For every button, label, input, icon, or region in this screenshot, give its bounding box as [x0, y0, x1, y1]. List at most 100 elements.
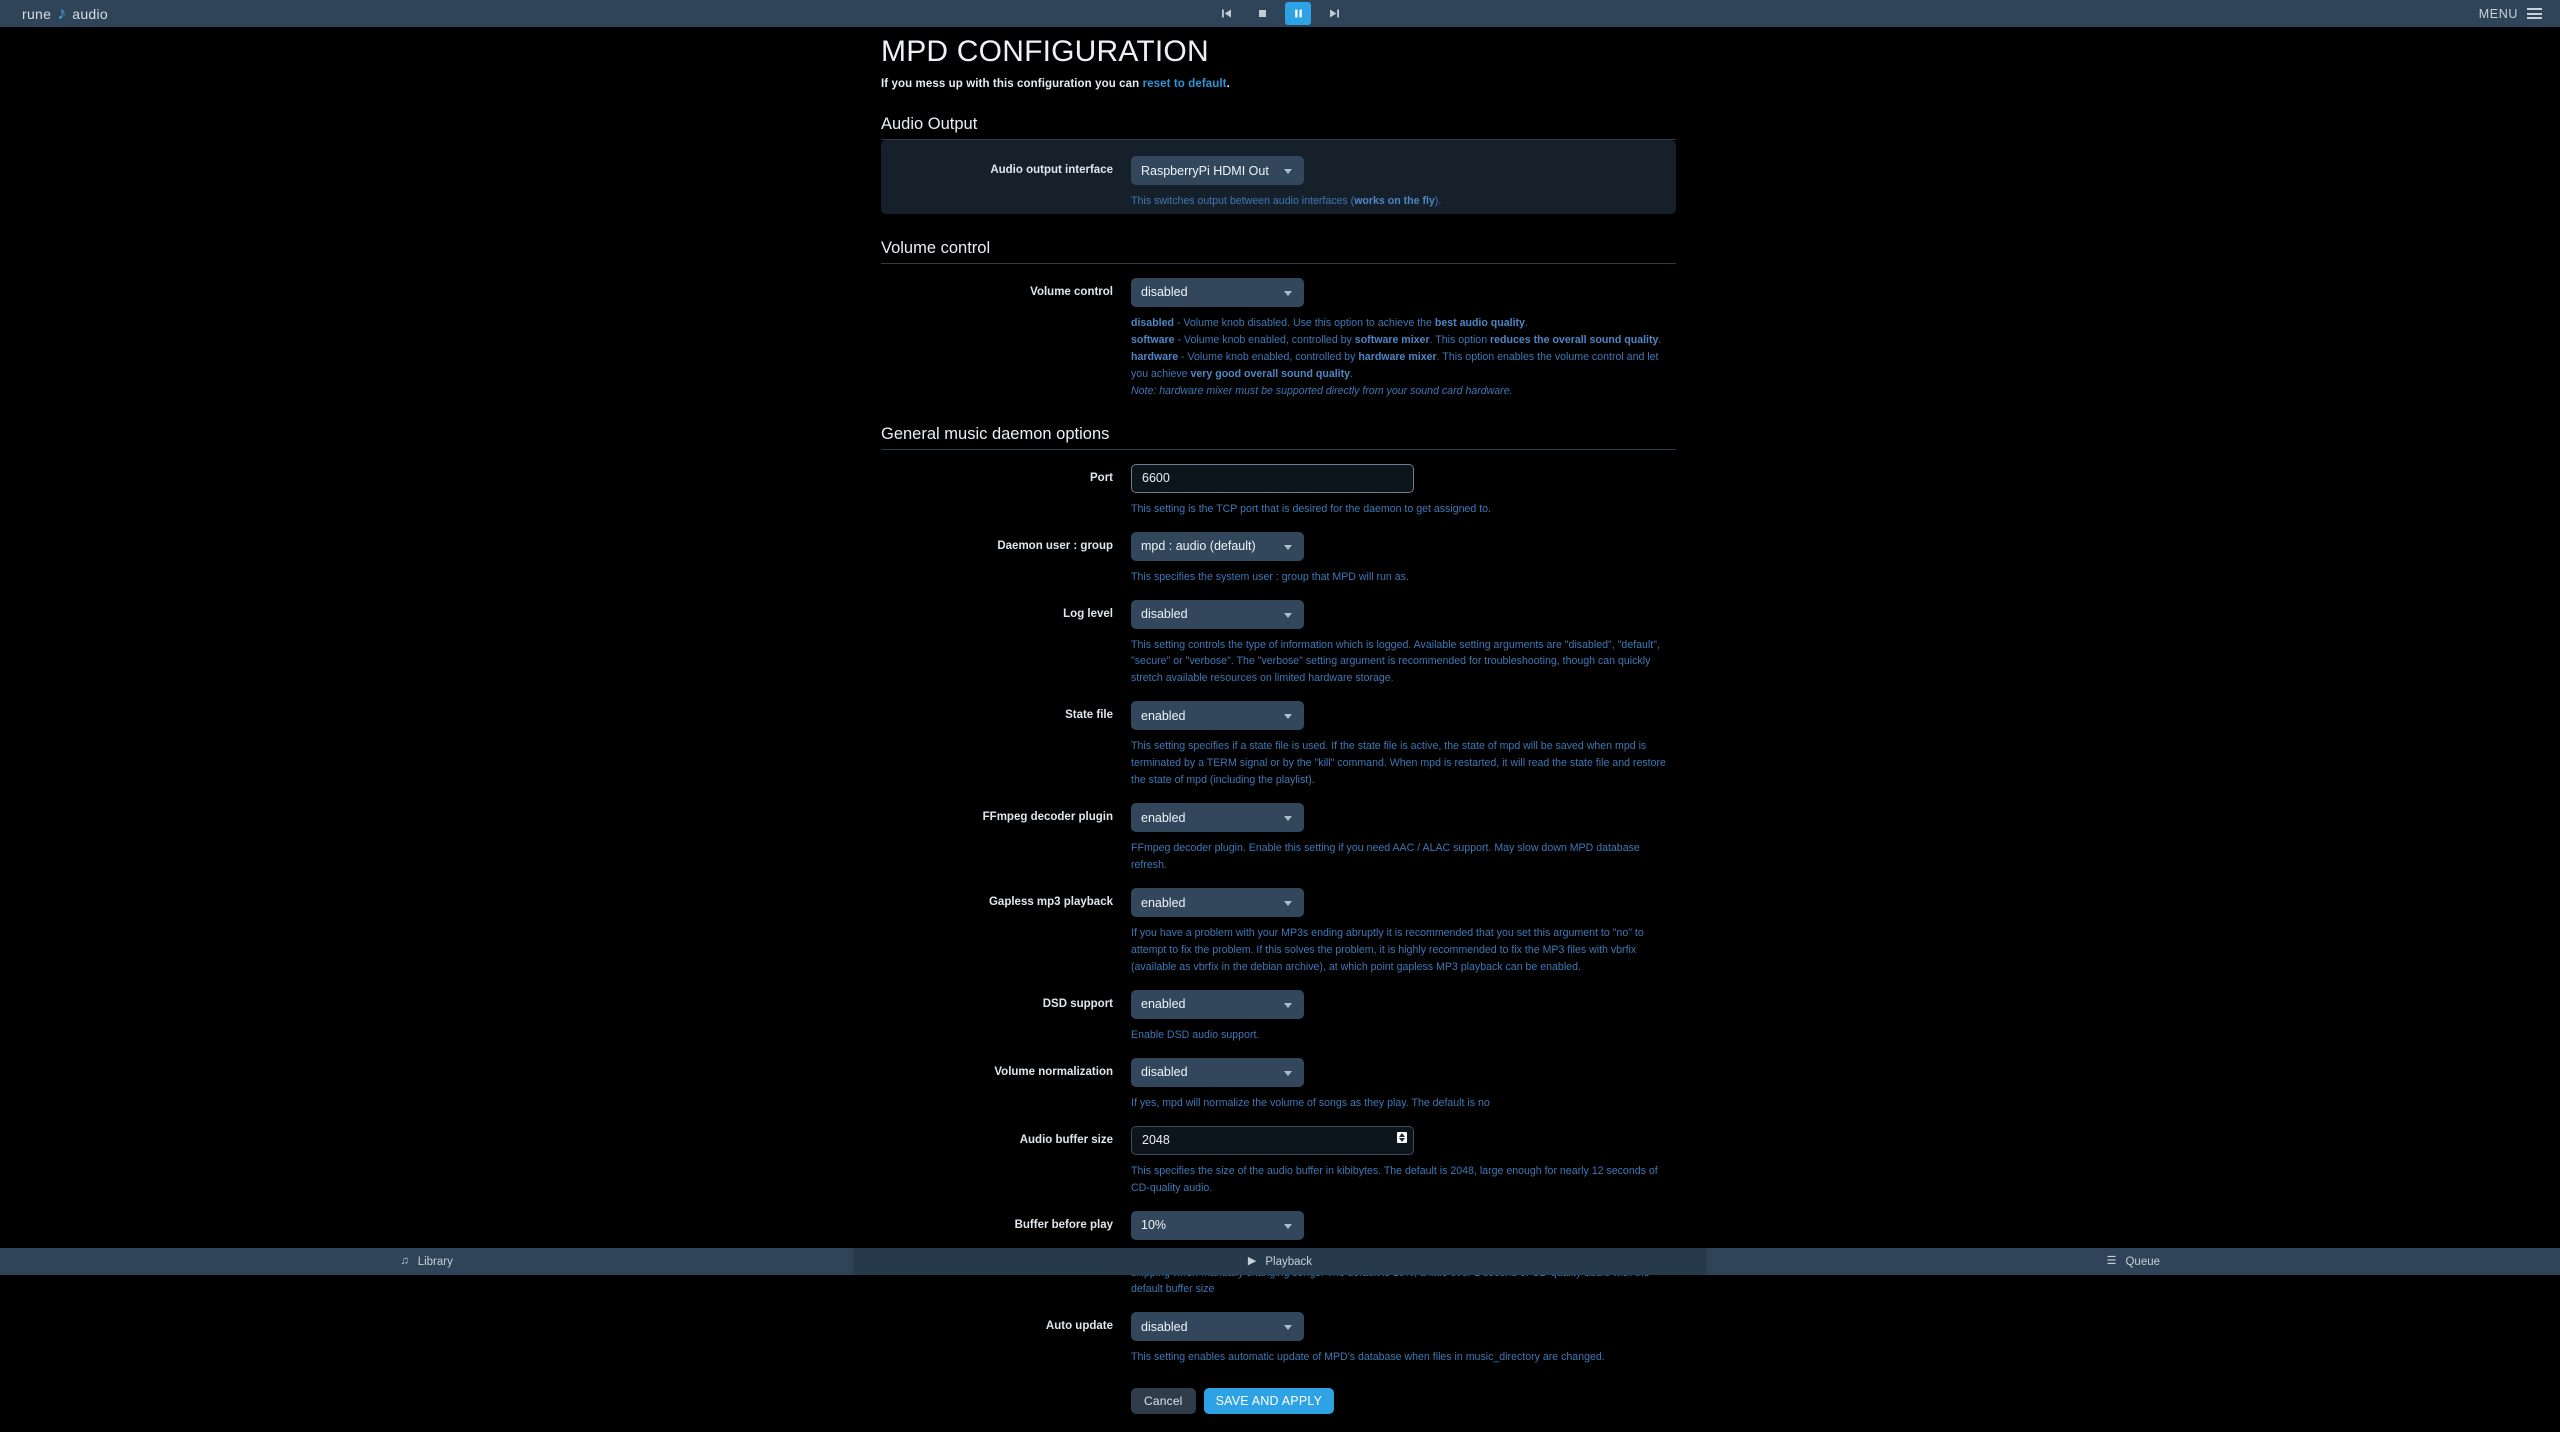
- nav-playback[interactable]: ▶ Playback: [853, 1248, 1706, 1275]
- next-button[interactable]: [1321, 2, 1347, 25]
- ffmpeg-decoder-plugin-select[interactable]: enableddisabled: [1131, 803, 1304, 832]
- field-row-state-file: State fileenableddisabled: [881, 701, 1676, 730]
- buffer-before-play-select[interactable]: 0%10%20%25%50%75%100%: [1131, 1211, 1304, 1240]
- field-row-dsd-support: DSD supportenableddisabled: [881, 990, 1676, 1019]
- help-volume-control: disabled - Volume knob disabled. Use thi…: [1131, 315, 1676, 400]
- field-row-volume-control: Volume control disabledsoftwarehardware: [881, 278, 1676, 307]
- nav-queue-label: Queue: [2125, 1256, 2160, 1268]
- top-bar: rune ♪ audio ME: [0, 0, 2560, 27]
- volume-normalization-select-wrap: disabledenabled: [1131, 1058, 1304, 1087]
- menu-button[interactable]: MENU: [2479, 0, 2542, 27]
- subtitle-prefix: If you mess up with this configuration y…: [881, 78, 1143, 90]
- audio-buffer-size-input-wrap: [1131, 1126, 1414, 1155]
- field-row-port: Port: [881, 464, 1676, 493]
- transport-controls: [1213, 0, 1347, 27]
- page-body: MPD CONFIGURATION If you mess up with th…: [0, 27, 2560, 1248]
- help-gapless-mp3-playback: If you have a problem with your MP3s end…: [1131, 925, 1676, 976]
- pause-button[interactable]: [1285, 2, 1311, 25]
- volume-normalization-select[interactable]: disabledenabled: [1131, 1058, 1304, 1087]
- daemon-user-group-select[interactable]: mpd : audio (default)root : root: [1131, 532, 1304, 561]
- ffmpeg-decoder-plugin-select-wrap: enableddisabled: [1131, 803, 1304, 832]
- music-note-icon: ♫: [400, 1256, 408, 1267]
- log-level-select-wrap: disableddefaultsecureverbose: [1131, 600, 1304, 629]
- help-text-suffix: ).: [1435, 195, 1441, 207]
- label-audio-output-interface: Audio output interface: [881, 156, 1131, 178]
- dsd-support-select-wrap: enableddisabled: [1131, 990, 1304, 1019]
- state-file-select-wrap: enableddisabled: [1131, 701, 1304, 730]
- section-heading-general: General music daemon options: [881, 425, 1676, 450]
- label-dsd-support: DSD support: [881, 990, 1131, 1012]
- help-text-bold: works on the fly: [1354, 195, 1435, 207]
- field-row-ffmpeg-decoder-plugin: FFmpeg decoder pluginenableddisabled: [881, 803, 1676, 832]
- page-title: MPD CONFIGURATION: [881, 35, 1676, 68]
- auto-update-select[interactable]: disabledenabled: [1131, 1312, 1304, 1341]
- help-port: This setting is the TCP port that is des…: [1131, 501, 1676, 518]
- previous-button[interactable]: [1213, 2, 1239, 25]
- brand-second-word: audio: [72, 6, 108, 22]
- section-heading-audio-output: Audio Output: [881, 115, 1676, 140]
- port-input[interactable]: [1131, 464, 1414, 493]
- cancel-button[interactable]: Cancel: [1131, 1388, 1196, 1414]
- nav-library[interactable]: ♫ Library: [0, 1248, 853, 1275]
- section-heading-volume-control: Volume control: [881, 239, 1676, 264]
- label-log-level: Log level: [881, 600, 1131, 622]
- stop-icon: [1257, 8, 1268, 19]
- nav-queue[interactable]: ☰ Queue: [1707, 1248, 2560, 1275]
- label-audio-buffer-size: Audio buffer size: [881, 1126, 1131, 1148]
- audio-buffer-size-input[interactable]: [1131, 1126, 1414, 1155]
- page-subtitle: If you mess up with this configuration y…: [881, 78, 1676, 90]
- field-row-buffer-before-play: Buffer before play0%10%20%25%50%75%100%: [881, 1211, 1676, 1240]
- pause-icon: [1293, 8, 1304, 19]
- help-dsd-support: Enable DSD audio support.: [1131, 1027, 1676, 1044]
- play-icon: ▶: [1248, 1256, 1256, 1267]
- volume-control-select[interactable]: disabledsoftwarehardware: [1131, 278, 1304, 307]
- label-volume-control: Volume control: [881, 278, 1131, 300]
- list-icon: ☰: [2107, 1256, 2117, 1267]
- brand-first-word: rune: [22, 6, 51, 22]
- save-and-apply-button[interactable]: SAVE AND APPLY: [1204, 1388, 1335, 1414]
- hamburger-icon: [2527, 8, 2542, 19]
- state-file-select[interactable]: enableddisabled: [1131, 701, 1304, 730]
- field-row-volume-normalization: Volume normalizationdisabledenabled: [881, 1058, 1676, 1087]
- label-daemon-user-group: Daemon user : group: [881, 532, 1131, 554]
- stop-button[interactable]: [1249, 2, 1275, 25]
- rune-logo-icon: ♪: [57, 4, 66, 22]
- form-actions: Cancel SAVE AND APPLY: [1131, 1388, 1676, 1432]
- help-note: Note: hardware mixer must be supported d…: [1131, 383, 1676, 400]
- help-log-level: This setting controls the type of inform…: [1131, 637, 1676, 688]
- buffer-before-play-select-wrap: 0%10%20%25%50%75%100%: [1131, 1211, 1304, 1240]
- audio-buffer-size-stepper[interactable]: [1397, 1132, 1407, 1143]
- help-audio-buffer-size: This specifies the size of the audio buf…: [1131, 1163, 1676, 1197]
- field-row-daemon-user-group: Daemon user : groupmpd : audio (default)…: [881, 532, 1676, 561]
- help-auto-update: This setting enables automatic update of…: [1131, 1349, 1676, 1366]
- help-line: disabled - Volume knob disabled. Use thi…: [1131, 315, 1676, 332]
- nav-playback-label: Playback: [1265, 1256, 1312, 1268]
- help-audio-output-interface: This switches output between audio inter…: [1131, 193, 1676, 210]
- brand-logo[interactable]: rune ♪ audio: [22, 0, 108, 27]
- help-state-file: This setting specifies if a state file i…: [1131, 738, 1676, 789]
- reset-to-default-link[interactable]: reset to default: [1143, 78, 1227, 90]
- field-row-audio-output-interface: Audio output interface RaspberryPi HDMI …: [881, 156, 1676, 185]
- audio-output-panel: Audio output interface RaspberryPi HDMI …: [881, 140, 1676, 214]
- port-input-wrap: [1131, 464, 1414, 493]
- auto-update-select-wrap: disabledenabled: [1131, 1312, 1304, 1341]
- next-icon: [1329, 8, 1340, 19]
- audio-output-interface-select-wrap: RaspberryPi HDMI OutRaspberryPi Analog O…: [1131, 156, 1304, 185]
- label-port: Port: [881, 464, 1131, 486]
- general-fields-list: PortThis setting is the TCP port that is…: [881, 464, 1676, 1367]
- nav-library-label: Library: [418, 1256, 453, 1268]
- label-buffer-before-play: Buffer before play: [881, 1211, 1131, 1233]
- help-volume-normalization: If yes, mpd will normalize the volume of…: [1131, 1095, 1676, 1112]
- log-level-select[interactable]: disableddefaultsecureverbose: [1131, 600, 1304, 629]
- subtitle-suffix: .: [1227, 78, 1230, 90]
- field-row-auto-update: Auto updatedisabledenabled: [881, 1312, 1676, 1341]
- audio-output-interface-select[interactable]: RaspberryPi HDMI OutRaspberryPi Analog O…: [1131, 156, 1304, 185]
- label-gapless-mp3-playback: Gapless mp3 playback: [881, 888, 1131, 910]
- menu-label: MENU: [2479, 7, 2518, 21]
- field-row-log-level: Log leveldisableddefaultsecureverbose: [881, 600, 1676, 629]
- label-volume-normalization: Volume normalization: [881, 1058, 1131, 1080]
- label-auto-update: Auto update: [881, 1312, 1131, 1334]
- gapless-mp3-playback-select[interactable]: enableddisabled: [1131, 888, 1304, 917]
- dsd-support-select[interactable]: enableddisabled: [1131, 990, 1304, 1019]
- help-daemon-user-group: This specifies the system user : group t…: [1131, 569, 1676, 586]
